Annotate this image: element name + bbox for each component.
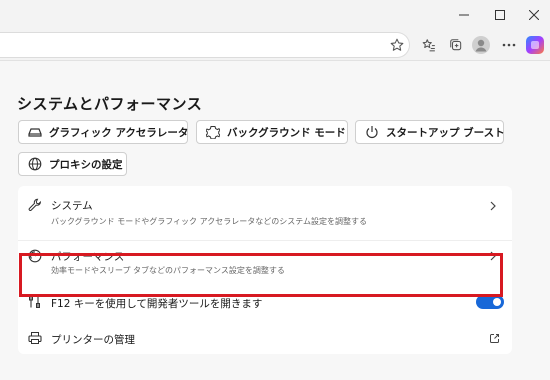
row-title: F12 キーを使用して開発者ツールを開きます [51, 298, 263, 310]
row-printer-management[interactable]: プリンターの管理 [18, 322, 512, 354]
background-mode-icon [206, 125, 220, 139]
minimize-icon [459, 14, 469, 16]
power-icon [365, 125, 379, 139]
maximize-icon [495, 10, 505, 20]
chip-label: スタートアップ ブースト [386, 126, 505, 139]
chip-label: グラフィック アクセラレータ [49, 126, 189, 139]
printer-icon [28, 331, 42, 345]
favorite-star-icon[interactable] [388, 36, 406, 54]
chip-label: バックグラウンド モード [227, 126, 346, 139]
toggle-knob [493, 298, 501, 306]
collections-icon[interactable] [447, 36, 465, 54]
copilot-icon[interactable] [526, 36, 544, 54]
more-options-icon[interactable] [500, 36, 518, 54]
favorites-icon[interactable] [420, 36, 438, 54]
chevron-right-icon [488, 200, 498, 212]
maximize-button[interactable] [482, 0, 518, 30]
minimize-button[interactable] [446, 0, 482, 30]
close-button[interactable] [516, 0, 550, 30]
chip-startup-boost[interactable]: スタートアップ ブースト [355, 120, 505, 144]
row-title: システム [51, 200, 93, 212]
settings-content: システムとパフォーマンス グラフィック アクセラレータ バックグラウンド モード… [0, 61, 550, 380]
address-bar[interactable] [0, 32, 410, 58]
profile-avatar-icon[interactable] [472, 36, 490, 54]
chip-proxy-settings[interactable]: プロキシの設定 [18, 152, 127, 176]
chip-graphics-acceleration[interactable]: グラフィック アクセラレータ [18, 120, 188, 144]
page-title: システムとパフォーマンス [17, 95, 203, 113]
chip-background-mode[interactable]: バックグラウンド モード [196, 120, 348, 144]
title-bar [0, 0, 550, 30]
chip-label: プロキシの設定 [49, 158, 123, 171]
f12-devtools-toggle[interactable] [476, 295, 504, 309]
wrench-icon [28, 198, 42, 212]
row-system[interactable]: システム バックグラウンド モードやグラフィック アクセラレータなどのシステム設… [18, 186, 512, 240]
developer-tools-icon [28, 295, 42, 309]
row-title: プリンターの管理 [51, 334, 135, 346]
browser-toolbar [0, 30, 550, 61]
external-link-icon [488, 332, 500, 344]
close-icon [529, 10, 539, 20]
globe-icon [28, 157, 42, 171]
graphics-card-icon [28, 125, 42, 139]
row-subtitle: バックグラウンド モードやグラフィック アクセラレータなどのシステム設定を調整す… [51, 217, 367, 226]
highlight-frame [19, 253, 503, 297]
